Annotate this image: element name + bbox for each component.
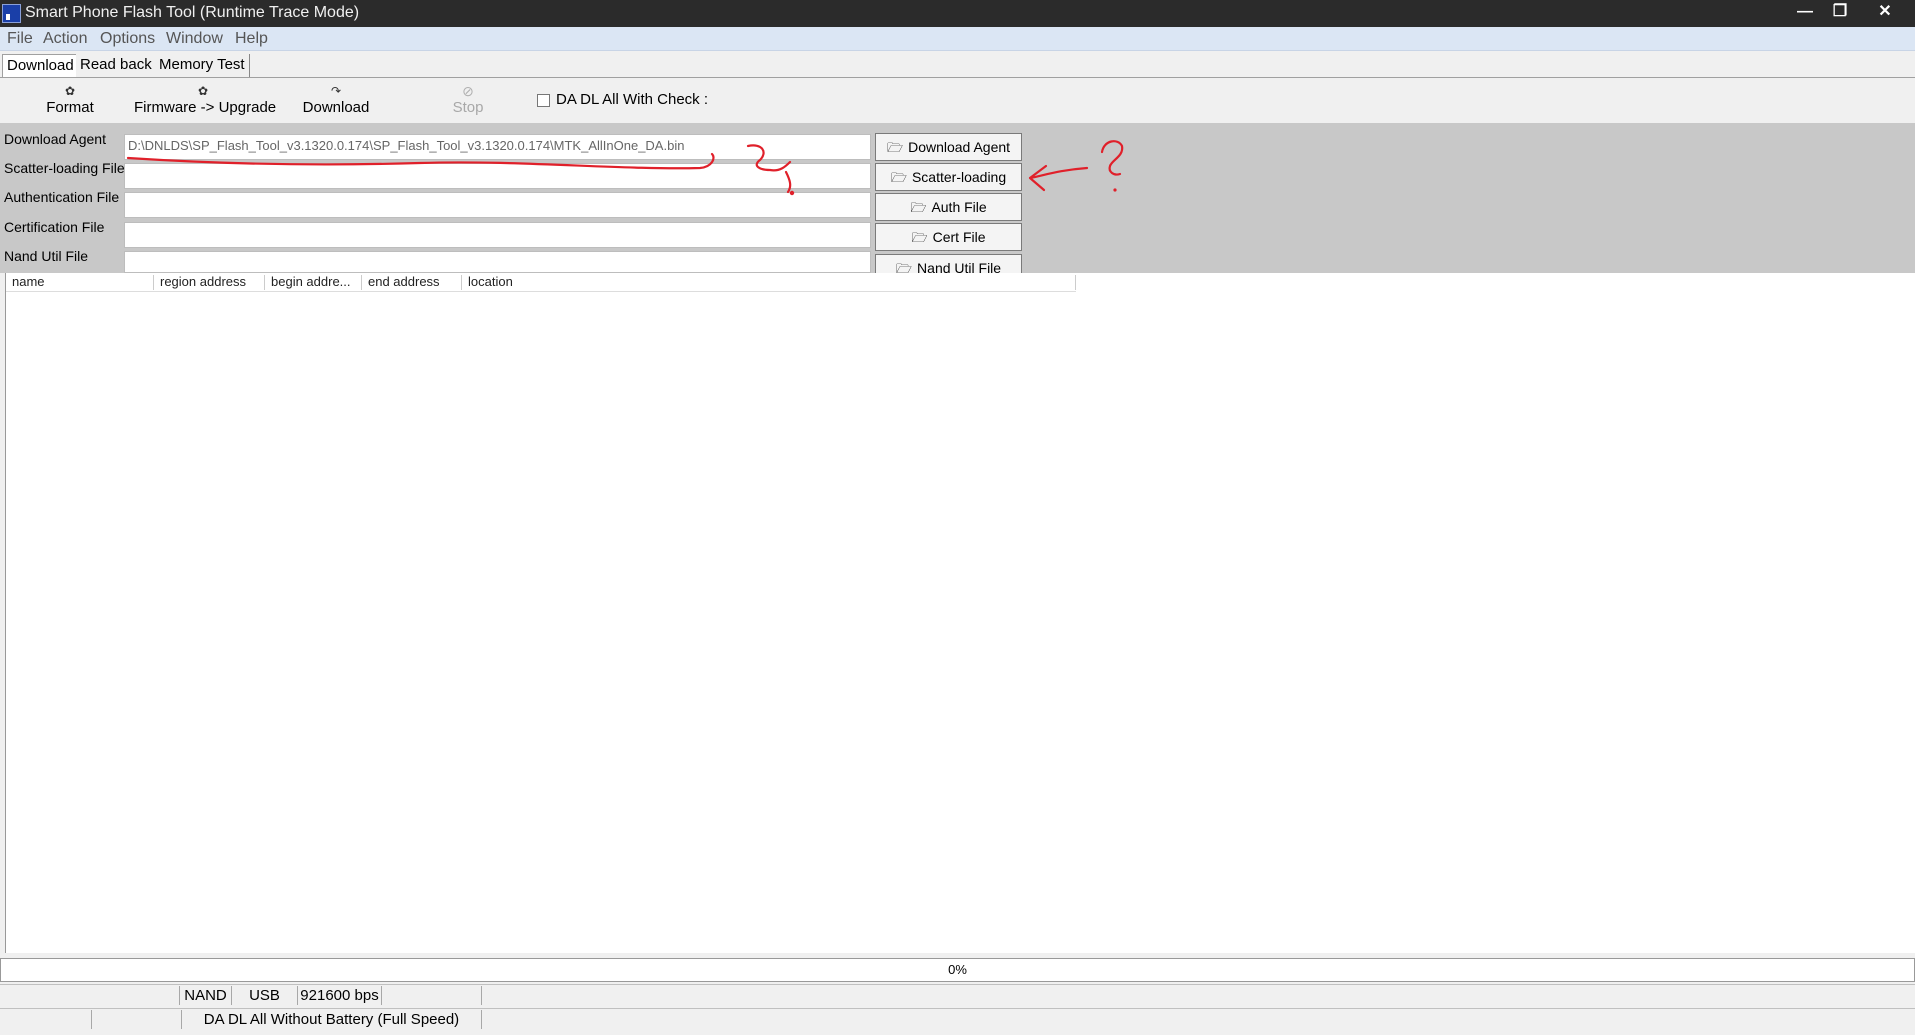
toolbar: ✿ Format ✿ Firmware -> Upgrade ↷ Downloa… — [0, 79, 1915, 123]
cert-file-button-label: Cert File — [932, 229, 986, 245]
auth-file-button[interactable]: 🗁 Auth File — [875, 193, 1022, 221]
tab-memory-test[interactable]: Memory Test — [155, 54, 250, 77]
tab-strip: Download Read back Memory Test — [0, 51, 1915, 78]
da-dl-all-with-check-label: DA DL All With Check : — [556, 91, 708, 108]
scatter-loading-label: Scatter-loading File — [4, 160, 125, 176]
file-selection-panel: Download Agent Scatter-loading File Auth… — [0, 123, 1915, 281]
status-bar-bottom: DA DL All Without Battery (Full Speed) — [0, 1008, 1915, 1035]
stop-button[interactable]: ⊘ Stop — [448, 83, 488, 121]
authentication-file-input[interactable] — [124, 192, 871, 218]
status-baud-rate: 921600 bps — [298, 986, 382, 1005]
scatter-loading-button[interactable]: 🗁 Scatter-loading — [875, 163, 1022, 191]
menu-file[interactable]: File — [7, 30, 33, 48]
stop-label: Stop — [452, 99, 484, 116]
auth-file-button-label: Auth File — [931, 199, 987, 215]
progress-percent: 0% — [948, 962, 967, 977]
title-bar: Smart Phone Flash Tool (Runtime Trace Mo… — [0, 0, 1915, 27]
menu-help[interactable]: Help — [235, 30, 268, 48]
firmware-upgrade-label: Firmware -> Upgrade — [134, 99, 277, 116]
folder-icon: 🗁 — [910, 200, 927, 215]
column-header-region-address[interactable]: region address — [154, 275, 265, 290]
partition-table[interactable]: name region address begin addre... end a… — [5, 273, 1915, 953]
progress-bar: 0% — [0, 958, 1915, 982]
column-header-end-address[interactable]: end address — [362, 275, 462, 290]
status-storage: NAND — [180, 986, 232, 1005]
nand-util-file-input[interactable] — [124, 251, 871, 273]
da-dl-all-with-check-checkbox[interactable] — [537, 94, 550, 107]
download-agent-label: Download Agent — [4, 131, 106, 147]
download-icon: ↷ — [330, 84, 342, 98]
download-agent-input[interactable]: D:\DNLDS\SP_Flash_Tool_v3.1320.0.174\SP_… — [124, 134, 871, 160]
stop-icon: ⊘ — [462, 83, 474, 99]
format-icon: ✿ — [64, 84, 76, 98]
status-cell-empty — [92, 1010, 182, 1029]
status-cell-empty — [382, 986, 482, 1005]
nand-util-file-label: Nand Util File — [4, 248, 89, 264]
download-button[interactable]: ↷ Download — [300, 83, 372, 121]
certification-file-input[interactable] — [124, 222, 871, 248]
tab-download[interactable]: Download — [2, 54, 79, 77]
menu-window[interactable]: Window — [166, 30, 223, 48]
firmware-upgrade-icon: ✿ — [197, 84, 209, 98]
minimize-button[interactable]: — — [1790, 0, 1820, 24]
column-header-name[interactable]: name — [6, 275, 154, 290]
format-button[interactable]: ✿ Format — [40, 83, 100, 121]
menu-options[interactable]: Options — [100, 30, 155, 48]
column-header-location[interactable]: location — [462, 275, 1076, 290]
download-agent-button[interactable]: 🗁 Download Agent — [875, 133, 1022, 161]
format-label: Format — [46, 99, 94, 116]
column-header-begin-address[interactable]: begin addre... — [265, 275, 362, 290]
status-connection: USB — [232, 986, 298, 1005]
folder-icon: 🗁 — [911, 230, 928, 245]
scatter-loading-button-label: Scatter-loading — [911, 169, 1007, 185]
menu-bar: File Action Options Window Help — [0, 27, 1915, 51]
status-download-mode: DA DL All Without Battery (Full Speed) — [182, 1010, 482, 1029]
folder-icon: 🗁 — [890, 170, 907, 185]
close-button[interactable]: ✕ — [1870, 0, 1900, 24]
certification-file-label: Certification File — [4, 219, 105, 235]
tab-read-back[interactable]: Read back — [76, 54, 157, 77]
authentication-file-label: Authentication File — [4, 189, 120, 205]
status-cell-empty — [0, 986, 180, 1005]
status-cell-empty — [0, 1010, 92, 1029]
download-label: Download — [302, 99, 370, 116]
scatter-loading-input[interactable] — [124, 163, 871, 189]
app-icon — [2, 4, 21, 23]
firmware-upgrade-button[interactable]: ✿ Firmware -> Upgrade — [134, 83, 276, 121]
maximize-button[interactable]: ❐ — [1825, 0, 1855, 24]
status-bar-top: NAND USB 921600 bps — [0, 984, 1915, 1005]
table-header: name region address begin addre... end a… — [6, 273, 1076, 292]
download-agent-button-label: Download Agent — [908, 139, 1011, 155]
window-title: Smart Phone Flash Tool (Runtime Trace Mo… — [25, 4, 360, 21]
folder-icon: 🗁 — [886, 140, 904, 155]
menu-action[interactable]: Action — [43, 30, 87, 48]
cert-file-button[interactable]: 🗁 Cert File — [875, 223, 1022, 251]
